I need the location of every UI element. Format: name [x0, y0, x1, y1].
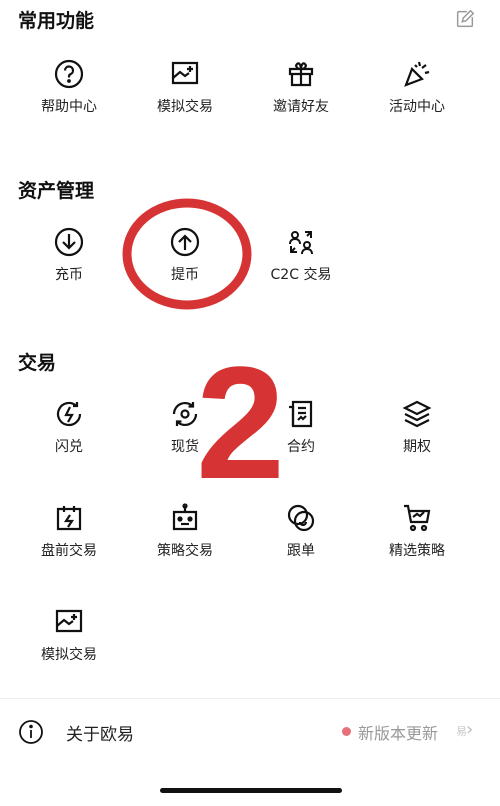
- update-label: 新版本更新: [358, 724, 439, 743]
- grid-item-label: 精选策略: [389, 543, 445, 559]
- pre-market-icon: [56, 506, 82, 531]
- grid-item-demo-trading-2[interactable]: 模拟交易: [14, 606, 124, 664]
- party-popper-icon: [404, 61, 430, 87]
- grid-item-label: 模拟交易: [157, 99, 213, 115]
- grid-item-help-center[interactable]: 帮助中心: [14, 58, 124, 116]
- grid-item-activity-center[interactable]: 活动中心: [362, 58, 472, 116]
- home-indicator: [160, 788, 342, 793]
- contract-icon: [289, 400, 313, 428]
- update-dot: [342, 727, 351, 736]
- flash-convert-icon: [56, 401, 82, 427]
- help-circle-icon: [54, 59, 84, 89]
- section-title-trade: 交易: [18, 352, 57, 374]
- grid-item-flash-convert[interactable]: 闪兑: [14, 398, 124, 456]
- grid-item-label: 策略交易: [157, 543, 213, 559]
- simulated-trading-icon: [171, 61, 199, 85]
- grid-item-label: 充币: [55, 267, 83, 283]
- grid-item-label: 跟单: [287, 543, 315, 559]
- c2c-icon: [289, 231, 313, 255]
- copy-trade-icon: [287, 504, 315, 532]
- chevron-right-icon: ›: [466, 719, 474, 740]
- grid-item-pre-market[interactable]: 盘前交易: [14, 502, 124, 560]
- grid-item-demo-trading[interactable]: 模拟交易: [130, 58, 240, 116]
- grid-item-label: 期权: [403, 439, 431, 455]
- grid-item-c2c[interactable]: C2C 交易: [246, 226, 356, 284]
- section-title-common: 常用功能: [18, 10, 95, 32]
- annotation-number: 2: [196, 333, 285, 512]
- section-title-assets: 资产管理: [18, 180, 95, 202]
- about-row[interactable]: 关于欧易 新版本更新 › 易: [0, 698, 500, 759]
- grid-item-options[interactable]: 期权: [362, 398, 472, 456]
- about-label: 关于欧易: [66, 725, 134, 745]
- grid-item-featured-strategy[interactable]: 精选策略: [362, 502, 472, 560]
- featured-strategy-icon: [404, 504, 431, 532]
- grid-item-invite-friends[interactable]: 邀请好友: [246, 58, 356, 116]
- info-icon: [19, 720, 43, 744]
- grid-item-label: 邀请好友: [273, 99, 329, 115]
- grid-item-label: 盘前交易: [41, 543, 97, 559]
- edit-icon[interactable]: [454, 8, 476, 30]
- watermark: 易: [456, 725, 467, 738]
- gift-icon: [288, 62, 314, 87]
- grid-item-deposit[interactable]: 充币: [14, 226, 124, 284]
- options-layers-icon: [402, 400, 432, 428]
- grid-item-label: 活动中心: [389, 99, 445, 115]
- deposit-icon: [54, 227, 84, 257]
- simulated-trading-icon: [55, 609, 83, 633]
- grid-item-label: C2C 交易: [270, 267, 332, 283]
- annotation-circle: [122, 198, 252, 310]
- grid-item-label: 模拟交易: [41, 647, 97, 663]
- grid-item-label: 帮助中心: [41, 99, 97, 115]
- grid-item-label: 闪兑: [55, 439, 83, 455]
